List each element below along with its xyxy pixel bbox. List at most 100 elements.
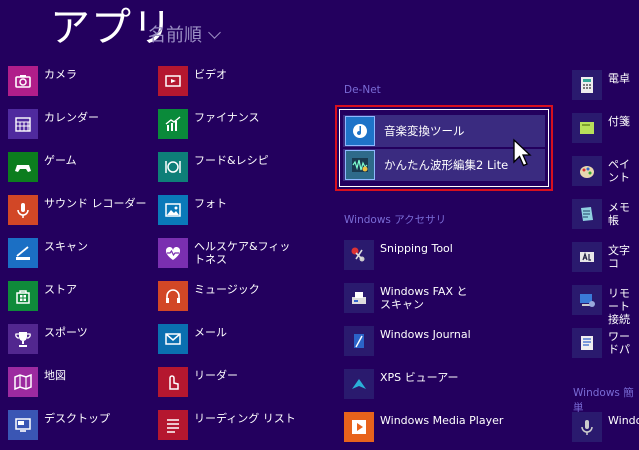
app-tile-xps-viewer[interactable]: XPS ビューアー [344,369,504,399]
app-label: Windows Journal [380,328,471,341]
app-label: カメラ [44,68,77,81]
app-label: デスクトップ [44,412,110,425]
app-label: XPS ビューアー [380,371,459,384]
app-tile-mail[interactable]: メール [158,324,298,354]
app-tile-games[interactable]: ゲーム [8,152,148,182]
app-tile-reading-list[interactable]: リーディング リスト [158,410,298,440]
header: アプリ 名前順 [0,0,639,60]
app-label: ミュージック [194,283,260,296]
app-label: ペイント [608,158,630,184]
journal-icon [344,326,374,356]
scissors-icon [344,240,374,270]
app-tile-food[interactable]: フード&レシピ [158,152,298,182]
gamepad-icon [8,152,38,182]
store-icon [8,281,38,311]
app-tile-wordpad[interactable]: ワードパ [572,328,639,358]
fax-icon [344,283,374,313]
chevron-down-icon [208,26,221,39]
trophy-icon [8,324,38,354]
reading-list-icon [158,410,188,440]
app-label: スポーツ [44,326,88,339]
app-tile-windows-media-player[interactable]: Windows Media Player [344,412,514,442]
sort-dropdown[interactable]: 名前順 [148,24,221,48]
app-tile-calculator[interactable]: 電卓 [572,70,639,100]
sticky-note-icon [572,113,602,143]
app-label: Windo [608,414,639,427]
finance-icon [158,109,188,139]
app-tile-desktop[interactable]: デスクトップ [8,410,148,440]
headphones-icon [158,281,188,311]
desktop-icon [8,410,38,440]
app-label: カレンダー [44,111,99,124]
app-tile-remote-desktop[interactable]: リモート 接続 [572,285,639,326]
app-label: かんたん波形編集2 Lite [384,157,509,172]
app-tile-windows-journal[interactable]: Windows Journal [344,326,504,356]
app-tile-notepad[interactable]: メモ帳 [572,199,639,229]
app-label: ストア [44,283,77,296]
remote-icon [572,285,602,315]
app-tile-photos[interactable]: フォト [158,195,298,225]
media-player-icon [344,412,374,442]
app-tile-sound-recorder[interactable]: サウンド レコーダー [8,195,148,225]
xps-icon [344,369,374,399]
app-label: ビデオ [194,68,227,81]
sort-label: 名前順 [148,25,202,46]
calculator-icon [572,70,602,100]
mail-icon [158,324,188,354]
app-tile-sports[interactable]: スポーツ [8,324,148,354]
music-convert-icon [345,116,375,146]
scanner-icon [8,238,38,268]
app-tile-reader[interactable]: リーダー [158,367,298,397]
app-label: 文字コ [608,244,630,270]
app-label: Windows Media Player [380,414,504,427]
app-label: メモ帳 [608,201,630,227]
app-label: フード&レシピ [194,154,269,167]
group-label-ease-of-access: Windows 簡単 [573,387,634,414]
app-label: ゲーム [44,154,77,167]
heart-icon [158,238,188,268]
app-tile-camera[interactable]: カメラ [8,66,148,96]
app-label: ワードパ [608,330,630,356]
app-tile-calendar[interactable]: カレンダー [8,109,148,139]
calendar-icon [8,109,38,139]
app-label: サウンド レコーダー [44,197,147,210]
microphone-icon [8,195,38,225]
app-tile-maps[interactable]: 地図 [8,367,148,397]
charmap-icon [572,242,602,272]
app-label: リーダー [194,369,238,382]
app-label: 音楽変換ツール [384,123,465,138]
app-tile-windows-fax[interactable]: Windows FAX とスキャン [344,283,474,313]
mouse-cursor-icon [513,138,532,167]
app-tile-finance[interactable]: ファイナンス [158,109,298,139]
food-icon [158,152,188,182]
app-tile-health[interactable]: ヘルスケア&フィットネス [158,238,298,268]
app-tile-scan[interactable]: スキャン [8,238,148,268]
reader-icon [158,367,188,397]
photo-icon [158,195,188,225]
app-label: Snipping Tool [380,242,453,255]
map-icon [8,367,38,397]
app-tile-sticky-notes[interactable]: 付箋 [572,113,639,143]
app-label: スキャン [44,240,88,253]
app-tile-snipping-tool[interactable]: Snipping Tool [344,240,504,270]
app-label: リモート 接続 [608,287,630,326]
app-tile-paint[interactable]: ペイント [572,156,639,186]
app-label: フォト [194,197,227,210]
group-label-denet: De-Net [344,84,381,96]
app-label: Windows FAX とスキャン [380,285,468,311]
app-tile-character-map[interactable]: 文字コ [572,242,639,272]
app-label: ヘルスケア&フィットネス [194,240,291,266]
app-label: 付箋 [608,115,630,128]
app-tile-music[interactable]: ミュージック [158,281,298,311]
app-tile-windows-speech[interactable]: Windo [572,412,639,442]
app-tile-video[interactable]: ビデオ [158,66,298,96]
app-label: 地図 [44,369,66,382]
app-tile-store[interactable]: ストア [8,281,148,311]
app-label: リーディング リスト [194,412,296,425]
group-label-accessories: Windows アクセサリ [344,214,447,226]
wordpad-icon [572,328,602,358]
camera-icon [8,66,38,96]
microphone-icon [572,412,602,442]
app-label: メール [194,326,227,339]
notepad-icon [572,199,602,229]
